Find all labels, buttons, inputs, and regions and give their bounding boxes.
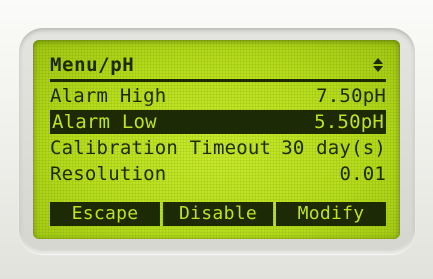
modify-button[interactable]: Modify: [276, 202, 386, 226]
disable-button[interactable]: Disable: [163, 202, 273, 226]
menu-item-value: 7.50pH: [316, 85, 386, 107]
menu-item-value: 5.50pH: [314, 111, 384, 133]
page-title: Menu/pH: [50, 54, 135, 76]
menu-item-label: Alarm High: [50, 85, 167, 107]
menu-item-value: 0.01: [339, 163, 386, 185]
lcd-screen: Menu/pH Alarm High 7.50pH Alarm Low 5.50…: [33, 40, 400, 239]
menu-item-label: Resolution: [50, 163, 167, 185]
header-divider: [50, 79, 386, 82]
menu-item-label: Alarm Low: [52, 111, 157, 133]
menu-item-label: Calibration Timeout: [50, 137, 272, 159]
up-down-arrows-icon[interactable]: [372, 57, 384, 73]
device-housing: Menu/pH Alarm High 7.50pH Alarm Low 5.50…: [0, 0, 433, 279]
menu-header: Menu/pH: [50, 53, 386, 77]
menu-item-alarm-high[interactable]: Alarm High 7.50pH: [50, 84, 386, 108]
menu-item-resolution[interactable]: Resolution 0.01: [50, 162, 386, 186]
softkey-bar: Escape Disable Modify: [50, 202, 386, 226]
menu-item-value: 30 day(s): [281, 137, 386, 159]
menu-item-alarm-low-selected[interactable]: Alarm Low 5.50pH: [50, 110, 386, 134]
escape-button[interactable]: Escape: [50, 202, 160, 226]
menu-item-calibration-timeout[interactable]: Calibration Timeout 30 day(s): [50, 136, 386, 160]
